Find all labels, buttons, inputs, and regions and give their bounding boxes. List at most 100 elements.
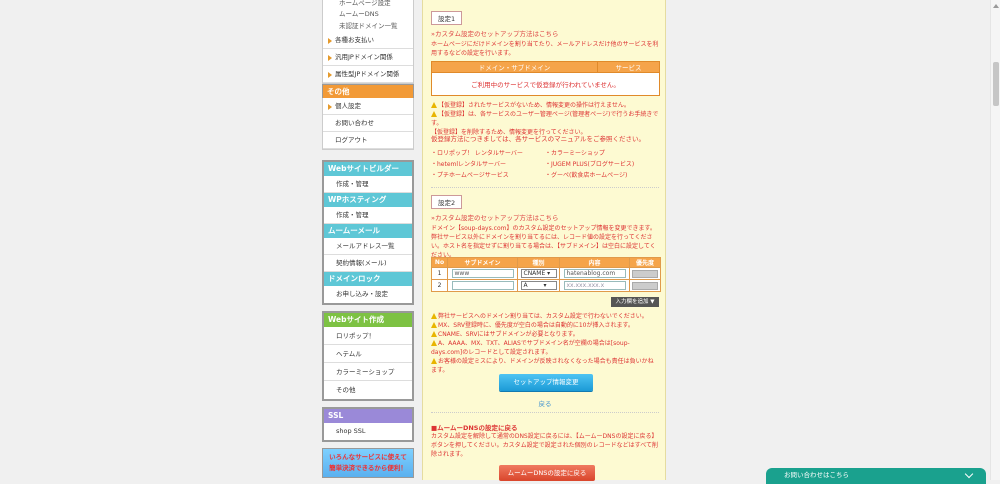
- sidebar-section-other: その他: [322, 84, 414, 98]
- service-table-empty: ご利用中のサービスで仮登録が行われていません。: [431, 72, 660, 96]
- col-domain: ドメイン・サブドメイン: [430, 61, 599, 73]
- sidebar-item-attribute-jp[interactable]: 属性型JPドメイン関係: [323, 66, 413, 83]
- sidebar-item-contact[interactable]: お問い合わせ: [323, 115, 413, 132]
- note-row: MX、SRV登録時に、優先度が空白の場合は自動的に10が挿入されます。: [431, 321, 659, 330]
- setting1-setup-link[interactable]: »カスタム設定のセットアップ方法はこちら: [431, 28, 659, 38]
- web-create-header: Webサイト作成: [324, 313, 412, 327]
- warning-icon: [431, 358, 437, 364]
- setting2-tag: 設定2: [431, 195, 463, 209]
- service-link-petit[interactable]: ・プチホームページサービス: [431, 171, 545, 180]
- web-colorme-link[interactable]: カラーミーショップ: [324, 363, 412, 381]
- note-row: 【仮登録】されたサービスがないため、情報変更の操作は行えません。: [431, 101, 659, 110]
- record-table: No サブドメイン 種別 内容 優先度 1 www CNAME ▾ hatena…: [431, 257, 661, 292]
- type-select[interactable]: CNAME ▾: [520, 269, 557, 278]
- table-row: 2 A ▾ xx.xxx.xxx.x: [431, 279, 661, 292]
- sidebar-item-logout[interactable]: ログアウト: [323, 132, 413, 149]
- priority-input[interactable]: [632, 281, 658, 290]
- sidebar-item-general-jp[interactable]: 汎用JPドメイン関係: [323, 49, 413, 66]
- chat-label: お問い合わせはこちら: [784, 471, 849, 479]
- sidebar-top-list: ホームページ設定 ムームーDNS 未認証ドメイン一覧 各種お支払い 汎用JPドメ…: [322, 0, 414, 84]
- service-link-lolipop[interactable]: ・ロリポップ！ レンタルサーバー: [431, 149, 545, 158]
- wp-manage-link[interactable]: 作成・管理: [324, 207, 412, 224]
- note-row: 弊社サービスへのドメイン割り当ては、カスタム設定で行わないでください。: [431, 312, 659, 321]
- type-select[interactable]: A ▾: [520, 281, 557, 290]
- setting2-description: ドメイン【soup-days.com】のカスタム設定のセットアップ情報を変更でき…: [431, 225, 656, 259]
- setting1-notes: 【仮登録】されたサービスがないため、情報変更の操作は行えません。 【仮登録】は、…: [431, 101, 659, 137]
- row-number: 1: [431, 267, 448, 280]
- sidebar-item-homepage[interactable]: ホームページ設定: [323, 0, 413, 8]
- setting1-tag: 設定1: [431, 11, 463, 25]
- warning-icon: [431, 331, 437, 337]
- builder-box: Webサイトビルダー 作成・管理 WPホスティング 作成・管理 ムームーメール …: [322, 160, 414, 305]
- manual-note: 仮登録方法につきましては、各サービスのマニュアルをご参照ください。: [431, 135, 645, 143]
- content-input[interactable]: xx.xxx.xxx.x: [563, 281, 626, 290]
- scroll-up-icon[interactable]: [993, 4, 999, 8]
- subdomain-input[interactable]: [451, 281, 514, 290]
- setup-update-button[interactable]: セットアップ情報変更: [499, 374, 593, 391]
- back-link[interactable]: 戻る: [431, 398, 659, 408]
- builder-header: Webサイトビルダー: [324, 162, 412, 176]
- warning-icon: [431, 313, 437, 319]
- note-row: 【仮登録】は、各サービスのユーザー管理ページ(管理者ページ)で行うお手続きです。: [431, 111, 659, 127]
- mail-address-list-link[interactable]: メールアドレス一覧: [324, 238, 412, 255]
- sidebar-item-payments[interactable]: 各種お支払い: [323, 32, 413, 49]
- service-links: ・ロリポップ！ レンタルサーバー ・カラーミーショップ ・hetemlレンタルサ…: [431, 149, 659, 180]
- setting2-notes: 弊社サービスへのドメイン割り当ては、カスタム設定で行わないでください。 MX、S…: [431, 312, 659, 375]
- ssl-box: SSL shop SSL: [322, 407, 414, 442]
- web-create-box: Webサイト作成 ロリポップ！ ヘテムル カラーミーショップ その他: [322, 311, 414, 401]
- service-link-goope[interactable]: ・グーペ(飲食店ホームページ): [545, 171, 659, 180]
- content-input[interactable]: hatenablog.com: [563, 269, 626, 278]
- note-row: A、AAAA、MX、TXT、ALIASでサブドメイン名が空欄の場合は[soup-…: [431, 340, 630, 356]
- col-subdomain: サブドメイン: [447, 257, 518, 268]
- col-priority: 優先度: [629, 257, 661, 268]
- wp-header: WPホスティング: [324, 193, 412, 207]
- service-link-colorme[interactable]: ・カラーミーショップ: [545, 149, 659, 158]
- mail-contract-link[interactable]: 契約情報(メール): [324, 255, 412, 272]
- setting2-setup-link[interactable]: »カスタム設定のセットアップ方法はこちら: [431, 212, 659, 222]
- dns-return-description: カスタム設定を解除して通常のDNS設定に戻るには、【ムームーDNSの設定に戻る】…: [431, 433, 658, 458]
- web-other-link[interactable]: その他: [324, 381, 412, 399]
- web-lolipop-link[interactable]: ロリポップ！: [324, 327, 412, 345]
- warning-icon: [431, 322, 437, 328]
- service-table: ドメイン・サブドメイン サービス ご利用中のサービスで仮登録が行われていません。: [430, 61, 660, 96]
- note-row: CNAME、SRVにはサブドメインが必要となります。: [431, 330, 659, 339]
- row-number: 2: [431, 279, 448, 292]
- lock-header: ドメインロック: [324, 272, 412, 286]
- setting1-description: ホームページにだけドメインを割り当てたり、メールアドレスだけ他のサービスを利用す…: [431, 41, 659, 57]
- note-row: お客様の設定ミスにより、ドメインが反映されなくなった場合も責任は負いかねます。: [431, 358, 654, 374]
- scrollbar-thumb[interactable]: [993, 62, 999, 106]
- priority-input[interactable]: [632, 269, 658, 278]
- sidebar-item-muumuu-dns[interactable]: ムームーDNS: [323, 8, 413, 20]
- ssl-shop-link[interactable]: shop SSL: [324, 423, 412, 440]
- service-link-jugem[interactable]: ・JUGEM PLUS(ブログサービス): [545, 160, 659, 169]
- builder-manage-link[interactable]: 作成・管理: [324, 176, 412, 193]
- col-content: 内容: [559, 257, 630, 268]
- warning-icon: [431, 340, 437, 346]
- col-service: サービス: [597, 61, 660, 73]
- warning-icon: [431, 102, 437, 108]
- divider: [431, 187, 659, 188]
- sidebar-item-personal[interactable]: 個人設定: [323, 98, 413, 115]
- sidebar-other-list: 個人設定 お問い合わせ ログアウト: [322, 98, 414, 150]
- dns-return-heading: ■ムームーDNSの設定に戻る: [431, 424, 518, 432]
- chat-widget[interactable]: お問い合わせはこちら: [766, 468, 986, 484]
- promo-banner[interactable]: いろんなサービスに使えて 簡単決済できるから便利！: [322, 448, 414, 478]
- mail-header: ムームーメール: [324, 224, 412, 238]
- ssl-header: SSL: [324, 409, 412, 423]
- warning-icon: [431, 111, 437, 117]
- divider: [431, 412, 659, 413]
- web-heteml-link[interactable]: ヘテムル: [324, 345, 412, 363]
- col-no: No: [431, 257, 448, 268]
- main-content: 設定1 »カスタム設定のセットアップ方法はこちら ホームページにだけドメインを割…: [422, 0, 666, 481]
- service-link-heteml[interactable]: ・hetemlレンタルサーバー: [431, 160, 545, 169]
- sidebar-item-unverified-domains[interactable]: 未認証ドメイン一覧: [323, 20, 413, 32]
- col-type: 種別: [517, 257, 560, 268]
- add-row-button[interactable]: 入力欄を追加 ▼: [611, 297, 659, 307]
- chevron-down-icon[interactable]: [964, 469, 974, 479]
- sidebar: ホームページ設定 ムームーDNS 未認証ドメイン一覧 各種お支払い 汎用JPドメ…: [322, 0, 414, 480]
- lock-apply-link[interactable]: お申し込み・設定: [324, 286, 412, 303]
- table-row: 1 www CNAME ▾ hatenablog.com: [431, 267, 661, 280]
- scrollbar[interactable]: [990, 0, 1000, 480]
- dns-return-button[interactable]: ムームーDNSの設定に戻る: [499, 465, 595, 481]
- subdomain-input[interactable]: www: [451, 269, 514, 278]
